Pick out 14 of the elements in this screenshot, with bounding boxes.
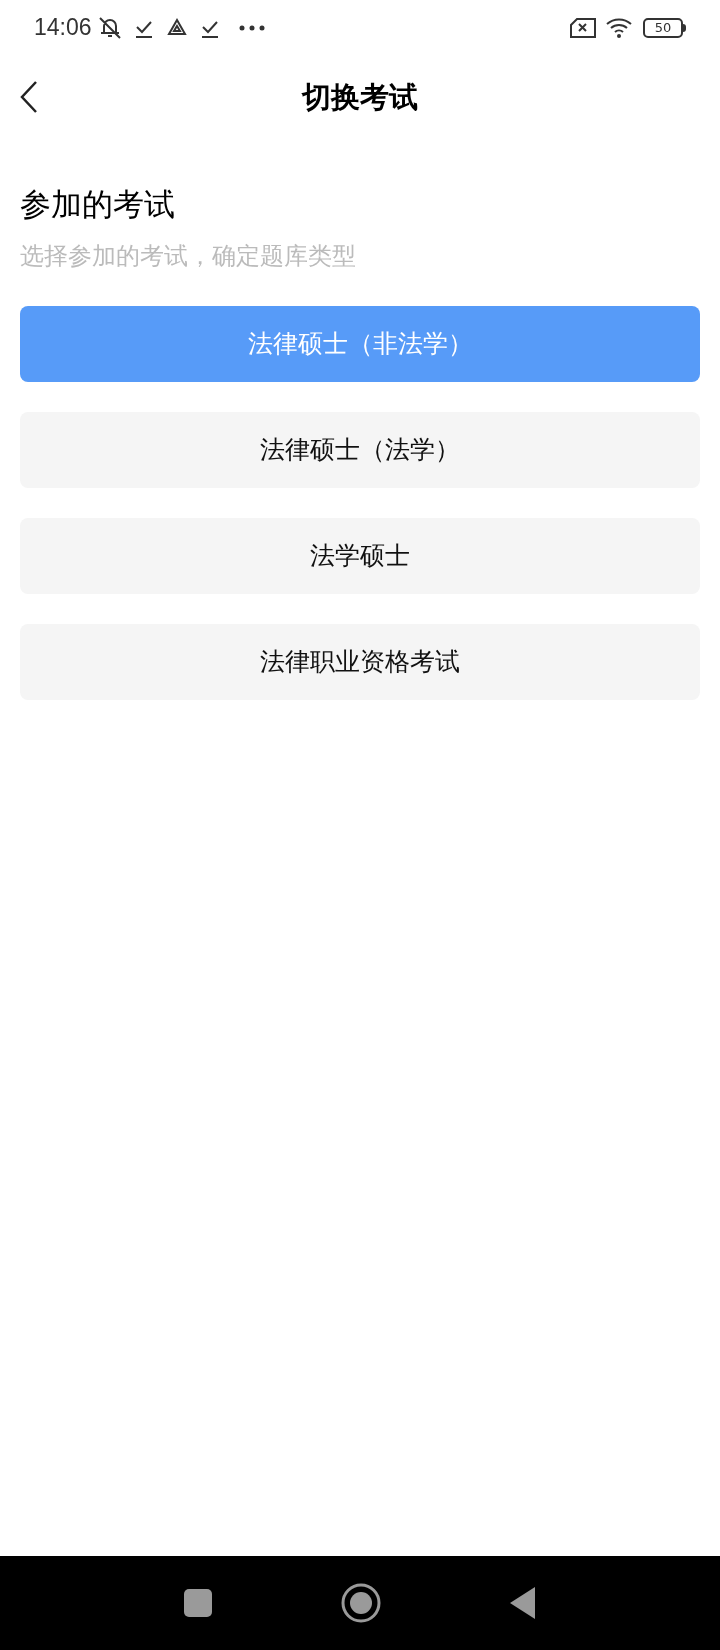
exam-option[interactable]: 法学硕士	[20, 517, 700, 594]
back-icon[interactable]	[509, 1586, 537, 1620]
section-subtitle: 选择参加的考试，确定题库类型	[20, 240, 357, 272]
page-title: 切换考试	[302, 78, 418, 116]
section-title: 参加的考试	[20, 185, 176, 224]
home-icon[interactable]	[341, 1583, 381, 1623]
battery-icon: 50	[643, 17, 683, 38]
status-time: 14:06	[34, 13, 92, 43]
exam-option[interactable]: 法律硕士（法学）	[20, 411, 700, 488]
no-sim-icon	[569, 16, 597, 39]
back-button[interactable]	[18, 79, 40, 115]
exam-option[interactable]: 法律职业资格考试	[20, 623, 700, 700]
recents-icon[interactable]	[183, 1588, 213, 1618]
more-icon	[237, 23, 266, 32]
